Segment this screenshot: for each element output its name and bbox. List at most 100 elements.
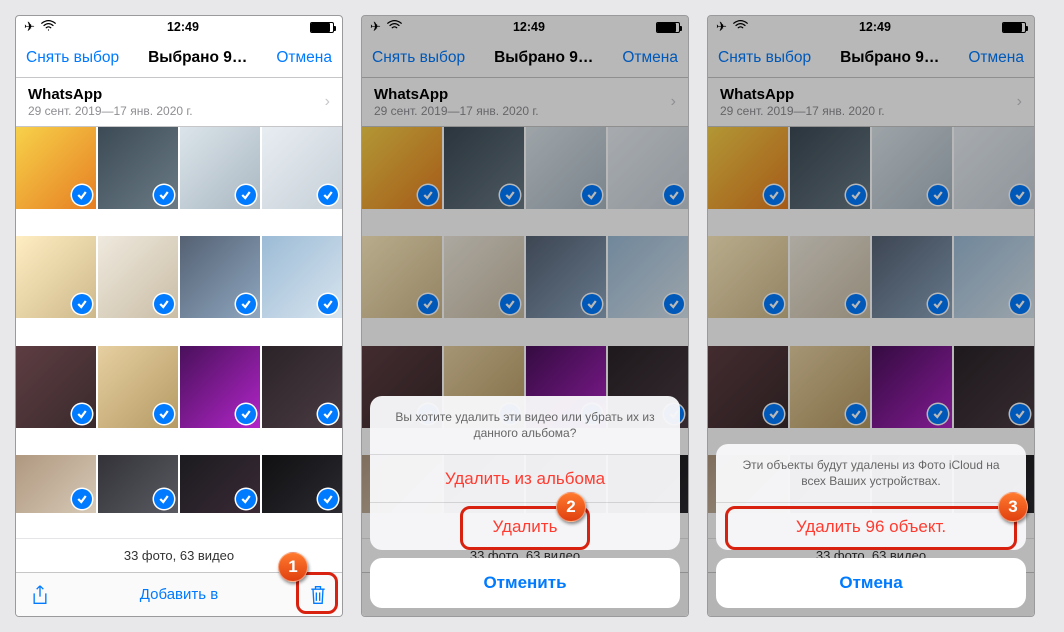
check-icon — [236, 489, 256, 509]
album-header[interactable]: WhatsApp 29 сент. 2019—17 янв. 2020 г. › — [362, 78, 688, 127]
photo-thumb[interactable] — [526, 236, 606, 318]
photo-thumb[interactable] — [790, 127, 870, 209]
trash-button[interactable] — [308, 584, 328, 606]
check-icon — [318, 185, 338, 205]
photo-thumb[interactable] — [954, 127, 1034, 209]
album-header[interactable]: WhatsApp 29 сент. 2019—17 янв. 2020 г. › — [16, 78, 342, 127]
check-icon — [72, 404, 92, 424]
photo-thumb[interactable] — [444, 127, 524, 209]
photo-thumb[interactable] — [180, 346, 260, 428]
photo-thumb[interactable] — [180, 127, 260, 209]
check-icon — [764, 404, 784, 424]
photo-thumb[interactable] — [262, 236, 342, 318]
album-header[interactable]: WhatsApp 29 сент. 2019—17 янв. 2020 г. › — [708, 78, 1034, 127]
photo-thumb[interactable] — [444, 236, 524, 318]
wifi-icon — [387, 20, 402, 34]
photo-thumb[interactable] — [262, 127, 342, 209]
check-icon — [72, 294, 92, 314]
nav-bar: Снять выбор Выбрано 9… Отмена — [708, 38, 1034, 78]
photo-thumb[interactable] — [708, 346, 788, 428]
photo-thumb[interactable] — [16, 346, 96, 428]
photo-thumb[interactable] — [362, 236, 442, 318]
nav-title: Выбрано 9… — [811, 49, 968, 67]
photo-thumb[interactable] — [872, 236, 952, 318]
photo-thumb[interactable] — [954, 236, 1034, 318]
share-button[interactable] — [30, 584, 50, 606]
check-icon — [664, 185, 684, 205]
photo-thumb[interactable] — [98, 127, 178, 209]
photo-thumb[interactable] — [708, 127, 788, 209]
delete-button[interactable]: Удалить — [370, 502, 680, 550]
check-icon — [236, 404, 256, 424]
check-icon — [846, 185, 866, 205]
chevron-right-icon: › — [671, 93, 676, 111]
photo-thumb[interactable] — [262, 346, 342, 428]
check-icon — [154, 185, 174, 205]
check-icon — [154, 294, 174, 314]
photo-thumb[interactable] — [262, 455, 342, 513]
status-time: 12:49 — [167, 20, 199, 34]
screen-1: ✈ 12:49 Снять выбор Выбрано 9… Отмена Wh… — [15, 15, 343, 617]
check-icon — [500, 185, 520, 205]
photo-thumb[interactable] — [16, 236, 96, 318]
check-icon — [928, 294, 948, 314]
photo-thumb[interactable] — [98, 455, 178, 513]
sheet-message: Эти объекты будут удалены из Фото iCloud… — [716, 444, 1026, 502]
album-title: WhatsApp — [374, 86, 539, 103]
check-icon — [236, 185, 256, 205]
cancel-button[interactable]: Отмена — [622, 49, 678, 67]
photo-thumb[interactable] — [872, 127, 952, 209]
photo-thumb[interactable] — [608, 236, 688, 318]
photo-thumb[interactable] — [98, 346, 178, 428]
check-icon — [318, 489, 338, 509]
deselect-button[interactable]: Снять выбор — [26, 49, 119, 67]
battery-icon — [656, 22, 680, 33]
check-icon — [154, 489, 174, 509]
photo-thumb[interactable] — [608, 127, 688, 209]
deselect-button[interactable]: Снять выбор — [372, 49, 465, 67]
remove-from-album-button[interactable]: Удалить из альбома — [370, 454, 680, 502]
photo-thumb[interactable] — [98, 236, 178, 318]
check-icon — [846, 404, 866, 424]
step-badge-3: 3 — [998, 492, 1028, 522]
airplane-icon: ✈ — [24, 19, 35, 35]
photo-thumb[interactable] — [180, 236, 260, 318]
photo-thumb[interactable] — [180, 455, 260, 513]
photo-thumb[interactable] — [872, 346, 952, 428]
check-icon — [928, 404, 948, 424]
nav-bar: Снять выбор Выбрано 9… Отмена — [362, 38, 688, 78]
deselect-button[interactable]: Снять выбор — [718, 49, 811, 67]
battery-icon — [1002, 22, 1026, 33]
album-date-range: 29 сент. 2019—17 янв. 2020 г. — [374, 104, 539, 118]
photo-thumb[interactable] — [708, 236, 788, 318]
check-icon — [1010, 404, 1030, 424]
nav-title: Выбрано 9… — [119, 49, 276, 67]
check-icon — [1010, 185, 1030, 205]
sheet-cancel-button[interactable]: Отмена — [716, 558, 1026, 608]
status-bar: ✈ 12:49 — [16, 16, 342, 38]
photo-thumb[interactable] — [954, 346, 1034, 428]
album-date-range: 29 сент. 2019—17 янв. 2020 г. — [28, 104, 193, 118]
photo-thumb[interactable] — [16, 455, 96, 513]
cancel-button[interactable]: Отмена — [276, 49, 332, 67]
sheet-cancel-button[interactable]: Отменить — [370, 558, 680, 608]
check-icon — [582, 185, 602, 205]
check-icon — [318, 294, 338, 314]
photo-thumb[interactable] — [526, 127, 606, 209]
check-icon — [72, 185, 92, 205]
photo-thumb[interactable] — [362, 127, 442, 209]
cancel-button[interactable]: Отмена — [968, 49, 1024, 67]
photo-thumb[interactable] — [790, 346, 870, 428]
step-badge-2: 2 — [556, 492, 586, 522]
action-sheet-delete-options: Вы хотите удалить эти видео или убрать и… — [370, 396, 680, 608]
chevron-right-icon: › — [1017, 93, 1022, 111]
check-icon — [236, 294, 256, 314]
battery-icon — [310, 22, 334, 33]
check-icon — [318, 404, 338, 424]
photo-thumb[interactable] — [16, 127, 96, 209]
photo-thumb[interactable] — [790, 236, 870, 318]
delete-objects-button[interactable]: Удалить 96 объект. — [716, 502, 1026, 550]
airplane-icon: ✈ — [370, 19, 381, 35]
check-icon — [928, 185, 948, 205]
add-to-button[interactable]: Добавить в — [140, 586, 218, 603]
